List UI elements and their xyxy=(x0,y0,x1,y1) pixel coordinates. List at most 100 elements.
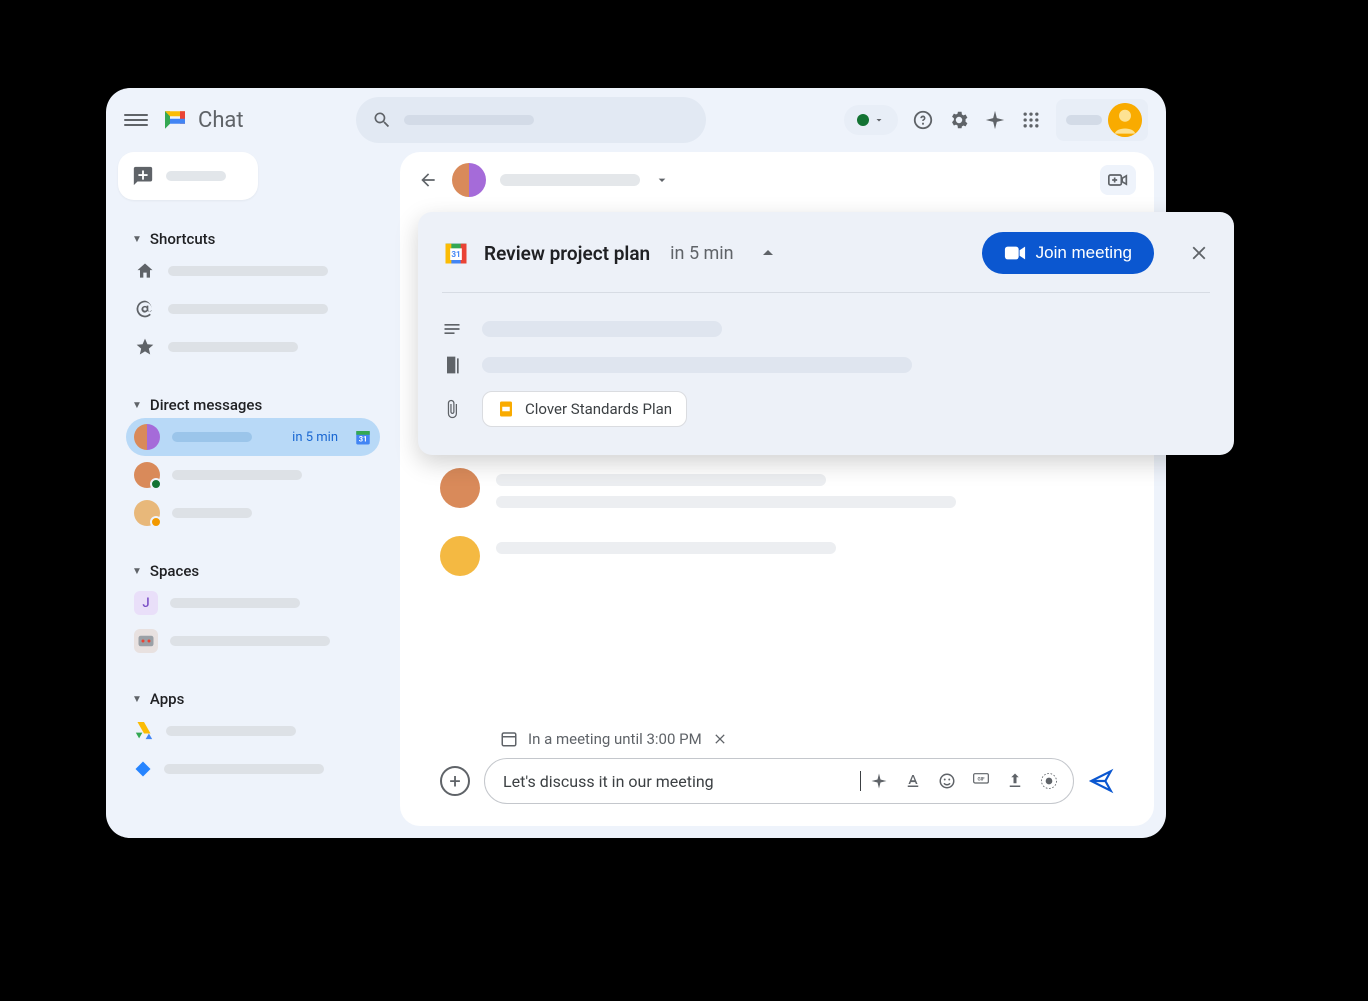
gif-icon[interactable]: GIF xyxy=(971,771,991,791)
sidebar-dm-label: Direct messages xyxy=(150,396,262,414)
star-icon xyxy=(134,336,156,358)
message-avatar xyxy=(440,468,480,508)
sidebar-apps-section: ▼ Apps xyxy=(118,686,388,788)
status-active-dot xyxy=(857,114,869,126)
calendar-mini-icon: 31 xyxy=(354,428,372,446)
join-meeting-button[interactable]: Join meeting xyxy=(982,232,1154,274)
app-item-drive[interactable] xyxy=(126,712,380,750)
sidebar-spaces-heading[interactable]: ▼ Spaces xyxy=(126,558,380,584)
account-switcher[interactable] xyxy=(1056,99,1148,141)
attachment-chip[interactable]: Clover Standards Plan xyxy=(482,391,687,427)
message-input[interactable]: Let's discuss it in our meeting GIF xyxy=(484,758,1074,804)
meeting-title: Review project plan xyxy=(484,242,650,265)
join-meeting-label: Join meeting xyxy=(1036,243,1132,263)
sidebar-apps-label: Apps xyxy=(150,690,184,708)
back-arrow-icon[interactable] xyxy=(418,170,438,190)
message-input-text: Let's discuss it in our meeting xyxy=(503,772,852,791)
at-icon xyxy=(134,298,156,320)
search-bar[interactable] xyxy=(356,97,706,143)
chevron-down-icon xyxy=(873,114,885,126)
message-text-placeholder xyxy=(496,474,826,486)
sidebar: ▼ Shortcuts ▼ Dir xyxy=(118,152,388,826)
close-icon[interactable] xyxy=(1188,242,1210,264)
message-text-placeholder xyxy=(496,542,836,554)
svg-text:31: 31 xyxy=(359,435,368,444)
chevron-down-icon[interactable] xyxy=(654,172,670,188)
conversation-header xyxy=(400,152,1154,208)
new-chat-icon xyxy=(132,165,154,187)
gemini-sparkle-icon[interactable] xyxy=(869,771,889,791)
meeting-description-placeholder xyxy=(482,321,722,337)
calendar-icon: 31 xyxy=(442,239,470,267)
chat-logo-icon xyxy=(160,105,190,135)
main-menu-icon[interactable] xyxy=(124,108,148,132)
emoji-icon[interactable] xyxy=(937,771,957,791)
search-icon xyxy=(372,110,392,130)
description-icon xyxy=(442,319,462,339)
svg-text:31: 31 xyxy=(451,249,460,259)
meeting-attachment-row: Clover Standards Plan xyxy=(442,383,1210,435)
conversation-title-placeholder xyxy=(500,174,640,186)
sidebar-dm-section: ▼ Direct messages in 5 min 31 xyxy=(118,392,388,532)
start-video-call-button[interactable] xyxy=(1100,165,1136,195)
sidebar-apps-heading[interactable]: ▼ Apps xyxy=(126,686,380,712)
space-item[interactable] xyxy=(126,622,380,660)
status-selector[interactable] xyxy=(844,105,898,135)
app-window: Chat xyxy=(106,88,1166,838)
sidebar-dm-heading[interactable]: ▼ Direct messages xyxy=(126,392,380,418)
app-name-placeholder xyxy=(164,764,324,774)
dm-name-placeholder xyxy=(172,508,252,518)
sidebar-shortcuts-section: ▼ Shortcuts xyxy=(118,226,388,366)
video-camera-icon xyxy=(1004,244,1026,262)
dm-avatar-group xyxy=(134,424,160,450)
space-item[interactable]: J xyxy=(126,584,380,622)
status-chip-text: In a meeting until 3:00 PM xyxy=(528,730,702,748)
dm-item-active[interactable]: in 5 min 31 xyxy=(126,418,380,456)
app-title: Chat xyxy=(198,108,244,133)
account-label-placeholder xyxy=(1066,115,1102,125)
close-icon[interactable] xyxy=(712,731,728,747)
text-format-icon[interactable] xyxy=(903,771,923,791)
dm-name-placeholder xyxy=(172,432,252,442)
new-chat-label-placeholder xyxy=(166,171,226,181)
meeting-status-chip: In a meeting until 3:00 PM xyxy=(500,730,728,748)
attachment-icon xyxy=(442,399,462,419)
sidebar-shortcuts-heading[interactable]: ▼ Shortcuts xyxy=(126,226,380,252)
shortcut-starred[interactable] xyxy=(126,328,380,366)
caret-down-icon: ▼ xyxy=(132,234,142,245)
calendar-small-icon xyxy=(500,730,518,748)
shortcut-label-placeholder xyxy=(168,342,298,352)
space-avatar-bot-icon xyxy=(134,629,158,653)
app-item-jira[interactable] xyxy=(126,750,380,788)
record-icon[interactable] xyxy=(1039,771,1059,791)
send-button[interactable] xyxy=(1088,768,1114,794)
app-logo[interactable]: Chat xyxy=(160,105,244,135)
message-item xyxy=(440,536,1114,576)
add-attachment-button[interactable]: + xyxy=(440,766,470,796)
presence-active-badge xyxy=(150,478,162,490)
meeting-time: in 5 min xyxy=(670,243,733,264)
space-name-placeholder xyxy=(170,636,330,646)
help-icon[interactable] xyxy=(912,109,934,131)
shortcut-label-placeholder xyxy=(168,266,328,276)
gemini-sparkle-icon[interactable] xyxy=(984,109,1006,131)
caret-down-icon: ▼ xyxy=(132,566,142,577)
shortcut-mentions[interactable] xyxy=(126,290,380,328)
sidebar-spaces-label: Spaces xyxy=(150,562,199,580)
meeting-banner: 31 Review project plan in 5 min Join mee… xyxy=(418,212,1234,455)
upload-icon[interactable] xyxy=(1005,771,1025,791)
collapse-chevron-up-icon[interactable] xyxy=(756,241,780,265)
dm-item[interactable] xyxy=(126,494,380,532)
shortcut-home[interactable] xyxy=(126,252,380,290)
space-name-placeholder xyxy=(170,598,300,608)
slides-icon xyxy=(497,400,515,418)
settings-gear-icon[interactable] xyxy=(948,109,970,131)
apps-grid-icon[interactable] xyxy=(1020,109,1042,131)
dm-item[interactable] xyxy=(126,456,380,494)
home-icon xyxy=(134,260,156,282)
jira-icon xyxy=(134,760,152,778)
meeting-room-placeholder xyxy=(482,357,912,373)
new-chat-button[interactable] xyxy=(118,152,258,200)
meeting-description-row xyxy=(442,311,1210,347)
shortcut-label-placeholder xyxy=(168,304,328,314)
